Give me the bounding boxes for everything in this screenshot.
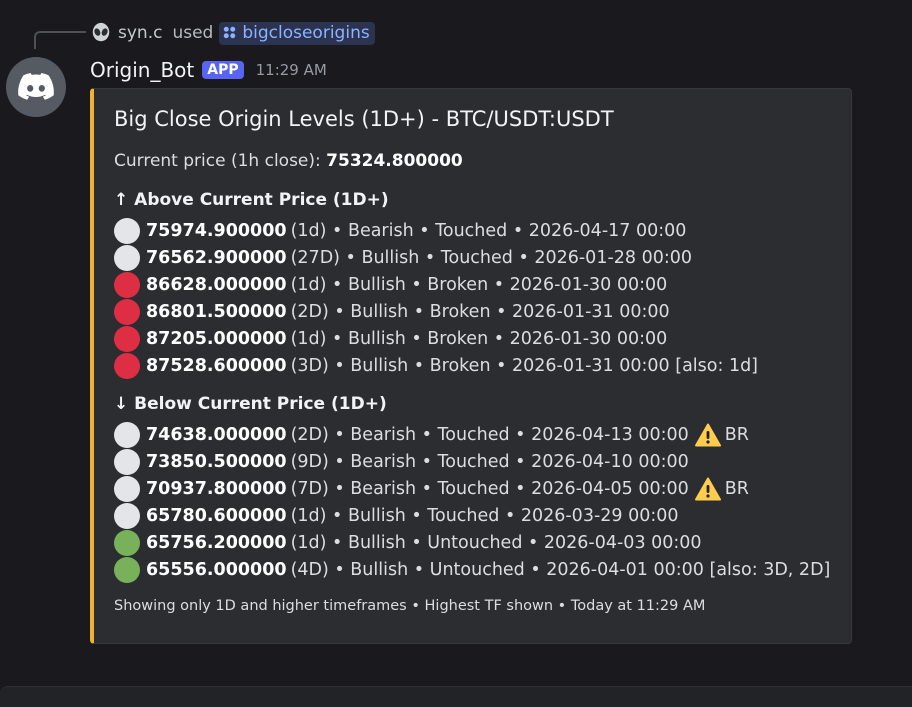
level-row: 70937.800000 (7D) • Bearish • Touched • 2… — [114, 475, 830, 502]
level-details: (1d) • Bullish • Touched • 2026-03-29 00… — [290, 505, 679, 526]
level-details: (1d) • Bullish • Broken • 2026-01-30 00:… — [290, 274, 668, 295]
level-row: 65756.200000 (1d) • Bullish • Untouched •… — [114, 529, 830, 556]
message-timestamp[interactable]: 11:29 AM — [256, 61, 327, 79]
level-row: 86628.000000 (1d) • Bullish • Broken • 20… — [114, 271, 758, 298]
level-row: 74638.000000 (2D) • Bearish • Touched • 2… — [114, 421, 830, 448]
level-price: 65780.600000 — [146, 505, 287, 526]
discord-logo-icon — [18, 73, 54, 100]
level-details: (2D) • Bullish • Broken • 2026-01-31 00:… — [290, 301, 670, 322]
level-price: 86628.000000 — [146, 274, 287, 295]
red-circle-icon — [114, 271, 140, 298]
embed-title: Big Close Origin Levels (1D+) - BTC/USDT… — [114, 107, 614, 131]
above-section-header: ↑ Above Current Price (1D+) — [114, 190, 389, 210]
level-details: (7D) • Bearish • Touched • 2026-04-05 00… — [290, 478, 689, 499]
level-price: 75974.900000 — [146, 220, 287, 241]
white-circle-icon — [114, 475, 140, 502]
level-suffix: BR — [724, 424, 749, 445]
current-price-label: Current price (1h close): — [114, 151, 321, 171]
level-price: 87528.600000 — [146, 355, 287, 376]
bot-avatar[interactable] — [6, 57, 66, 117]
white-circle-icon — [114, 448, 140, 475]
above-levels-list: 75974.900000 (1d) • Bearish • Touched • 2… — [114, 217, 758, 379]
level-row: 65780.600000 (1d) • Bullish • Touched • 2… — [114, 502, 830, 529]
level-price: 87205.000000 — [146, 328, 287, 349]
green-circle-icon — [114, 556, 140, 583]
level-details: (4D) • Bullish • Untouched • 2026-04-01 … — [290, 559, 831, 580]
white-circle-icon — [114, 502, 140, 529]
level-price: 70937.800000 — [146, 478, 287, 499]
below-section-header: ↓ Below Current Price (1D+) — [114, 394, 387, 414]
app-command-icon — [224, 26, 236, 39]
level-details: (9D) • Bearish • Touched • 2026-04-10 00… — [290, 451, 689, 472]
message-input-area-edge — [0, 686, 912, 707]
level-row: 76562.900000 (27D) • Bullish • Touched • … — [114, 244, 758, 271]
red-circle-icon — [114, 325, 140, 352]
level-details: (3D) • Bullish • Broken • 2026-01-31 00:… — [290, 355, 759, 376]
level-price: 65556.000000 — [146, 559, 287, 580]
white-circle-icon — [114, 421, 140, 448]
level-details: (1d) • Bullish • Untouched • 2026-04-03 … — [290, 532, 702, 553]
app-badge: APP — [202, 61, 244, 79]
level-row: 65556.000000 (4D) • Bullish • Untouched •… — [114, 556, 830, 583]
below-levels-list: 74638.000000 (2D) • Bearish • Touched • 2… — [114, 421, 830, 583]
warning-icon — [694, 477, 721, 500]
command-name: bigcloseorigins — [242, 22, 370, 43]
level-row: 73850.500000 (9D) • Bearish • Touched • 2… — [114, 448, 830, 475]
level-row: 75974.900000 (1d) • Bearish • Touched • 2… — [114, 217, 758, 244]
red-circle-icon — [114, 298, 140, 325]
message-header: Origin_Bot APP 11:29 AM — [90, 56, 327, 84]
white-circle-icon — [114, 217, 140, 244]
reply-context: syn.c used bigcloseorigins — [90, 20, 375, 46]
level-details: (27D) • Bullish • Touched • 2026-01-28 0… — [290, 247, 693, 268]
level-row: 87205.000000 (1d) • Bullish • Broken • 20… — [114, 325, 758, 352]
level-price: 65756.200000 — [146, 532, 287, 553]
level-price: 76562.900000 — [146, 247, 287, 268]
reply-connector — [34, 31, 86, 49]
green-circle-icon — [114, 529, 140, 556]
level-details: (1d) • Bullish • Broken • 2026-01-30 00:… — [290, 328, 668, 349]
level-suffix: BR — [724, 478, 749, 499]
level-details: (1d) • Bearish • Touched • 2026-04-17 00… — [290, 220, 687, 241]
embed-footer: Showing only 1D and higher timeframes • … — [114, 598, 706, 614]
alien-avatar-icon[interactable] — [90, 22, 112, 44]
reply-username[interactable]: syn.c — [118, 23, 162, 43]
level-details: (2D) • Bearish • Touched • 2026-04-13 00… — [290, 424, 689, 445]
author-name[interactable]: Origin_Bot — [90, 58, 194, 82]
level-price: 73850.500000 — [146, 451, 287, 472]
reply-used-text: used — [172, 23, 214, 43]
level-row: 86801.500000 (2D) • Bullish • Broken • 20… — [114, 298, 758, 325]
slash-command-chip[interactable]: bigcloseorigins — [219, 21, 375, 45]
level-price: 86801.500000 — [146, 301, 287, 322]
red-circle-icon — [114, 352, 140, 379]
level-price: 74638.000000 — [146, 424, 287, 445]
current-price-value: 75324.800000 — [326, 151, 463, 171]
embed-card: Big Close Origin Levels (1D+) - BTC/USDT… — [90, 88, 852, 644]
white-circle-icon — [114, 244, 140, 271]
current-price: Current price (1h close): 75324.800000 — [114, 151, 463, 171]
warning-icon — [694, 423, 721, 446]
level-row: 87528.600000 (3D) • Bullish • Broken • 20… — [114, 352, 758, 379]
